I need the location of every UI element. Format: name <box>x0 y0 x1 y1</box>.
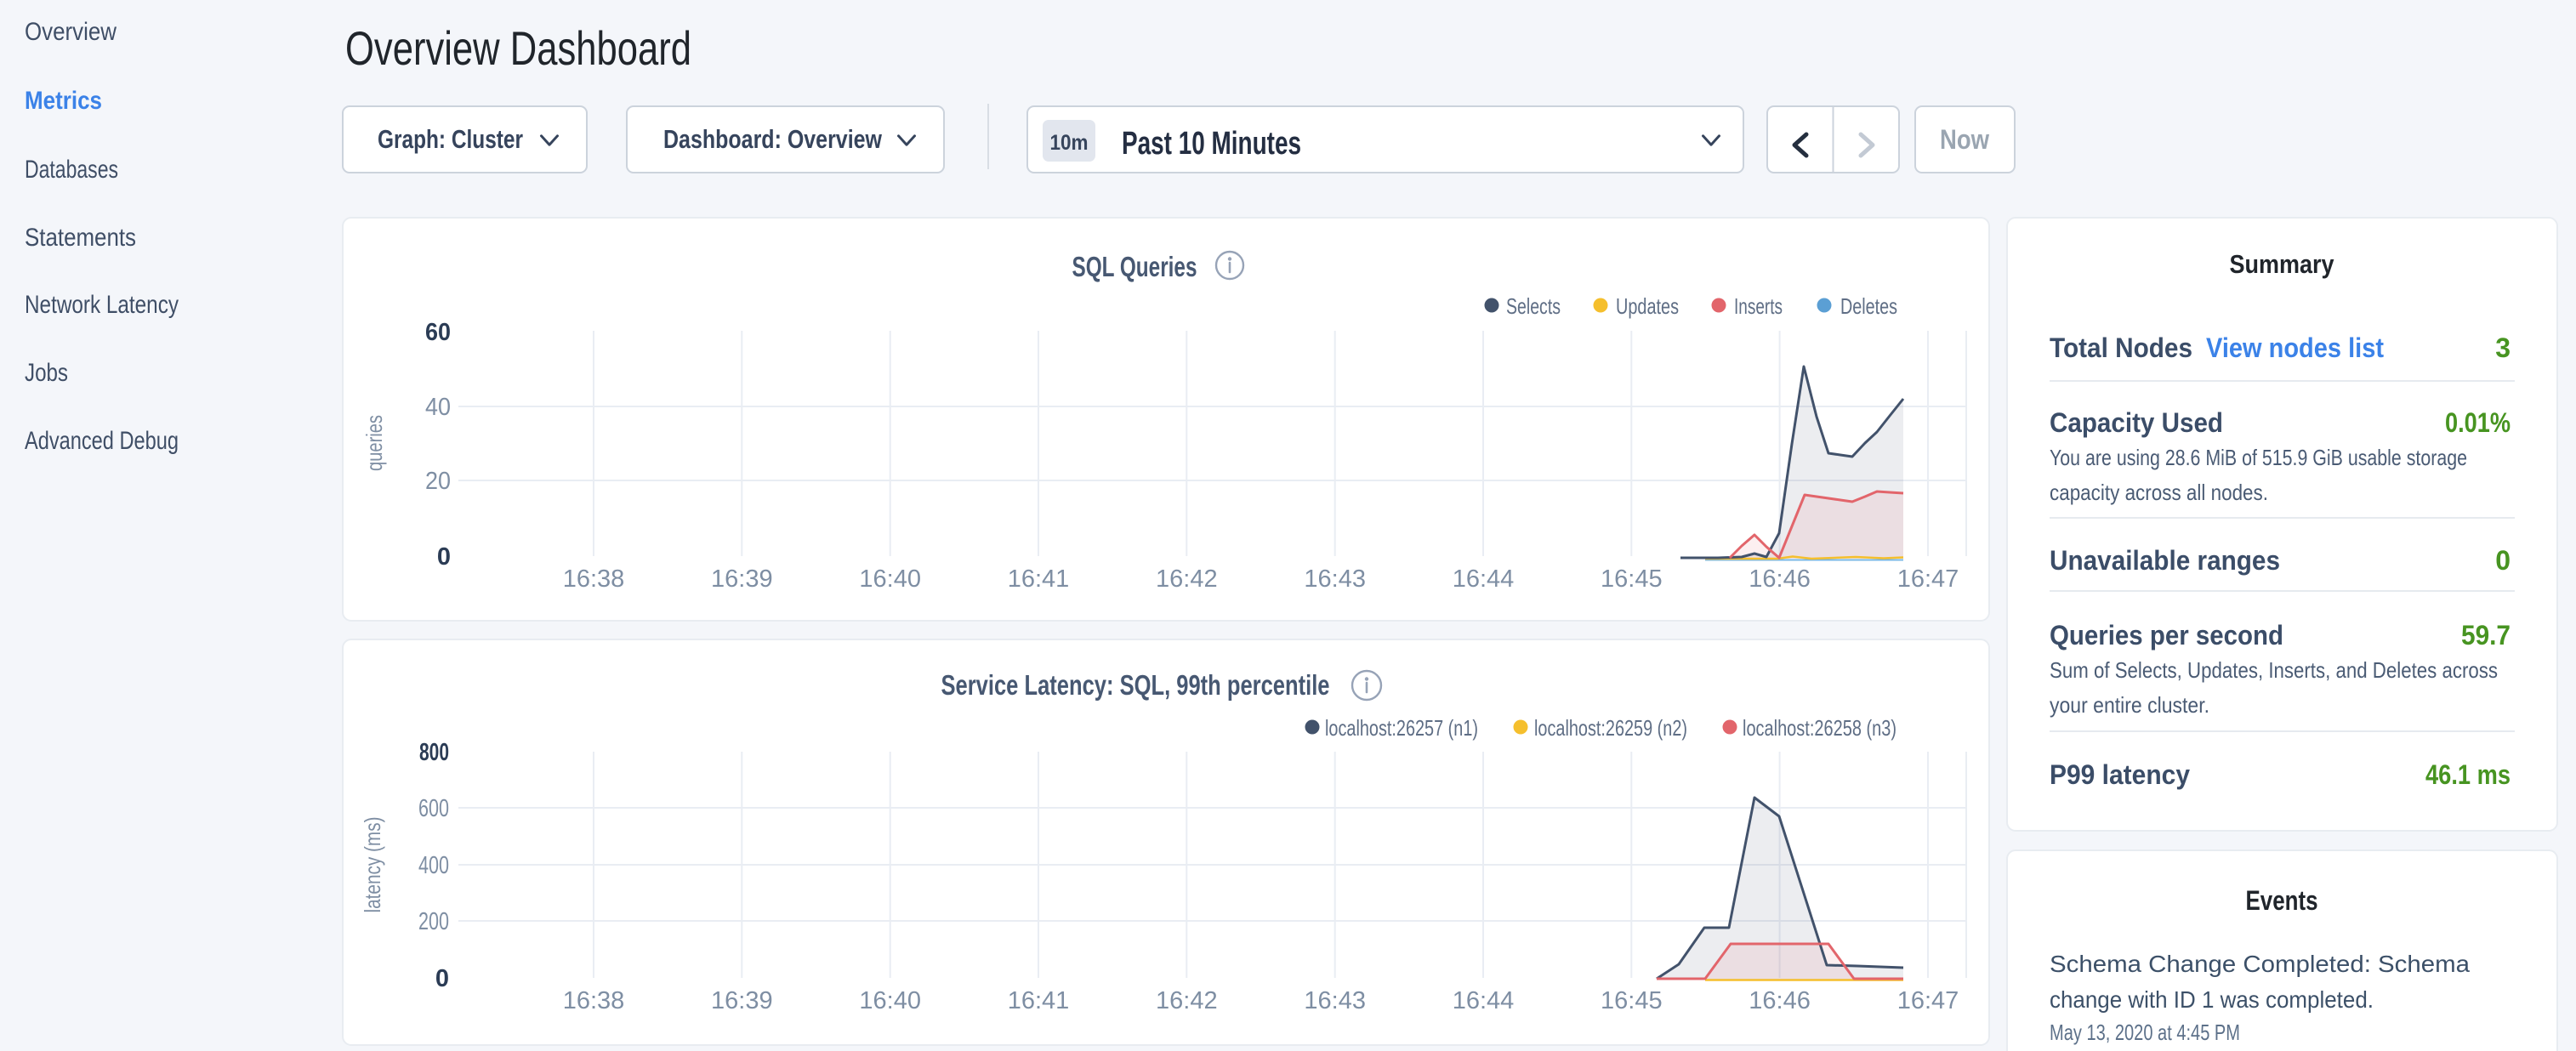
svg-text:Jobs: Jobs <box>25 359 68 387</box>
svg-text:Statements: Statements <box>25 224 136 252</box>
svg-text:16:38: 16:38 <box>563 987 625 1014</box>
svg-text:Updates: Updates <box>1616 293 1679 319</box>
svg-text:Overview: Overview <box>25 18 117 46</box>
svg-text:16:44: 16:44 <box>1453 987 1515 1014</box>
svg-text:Summary: Summary <box>2230 249 2335 279</box>
svg-text:Unavailable ranges: Unavailable ranges <box>2050 545 2280 576</box>
svg-text:Inserts: Inserts <box>1734 293 1783 319</box>
svg-text:Total Nodes: Total Nodes <box>2050 332 2192 363</box>
svg-text:Graph: Cluster: Graph: Cluster <box>378 124 523 154</box>
svg-text:Service Latency: SQL, 99th per: Service Latency: SQL, 99th percentile <box>941 669 1330 701</box>
svg-text:800: 800 <box>419 739 449 766</box>
svg-text:Advanced Debug: Advanced Debug <box>25 427 179 455</box>
svg-text:Overview Dashboard: Overview Dashboard <box>345 21 691 75</box>
svg-text:16:40: 16:40 <box>859 987 921 1014</box>
svg-text:16:39: 16:39 <box>711 565 773 593</box>
svg-text:View nodes list: View nodes list <box>2206 332 2384 363</box>
svg-text:0: 0 <box>437 543 451 571</box>
svg-text:localhost:26257 (n1): localhost:26257 (n1) <box>1325 715 1478 741</box>
svg-text:10m: 10m <box>1050 131 1089 155</box>
svg-text:capacity across all nodes.: capacity across all nodes. <box>2050 480 2268 505</box>
svg-text:60: 60 <box>425 319 451 346</box>
svg-text:16:38: 16:38 <box>563 565 625 593</box>
svg-text:400: 400 <box>418 852 449 879</box>
svg-text:16:46: 16:46 <box>1749 987 1811 1014</box>
svg-text:0: 0 <box>2495 545 2511 576</box>
svg-text:16:47: 16:47 <box>1897 987 1959 1014</box>
svg-text:Now: Now <box>1940 124 1989 155</box>
svg-text:Metrics: Metrics <box>25 87 102 115</box>
svg-text:May 13, 2020 at 4:45 PM: May 13, 2020 at 4:45 PM <box>2050 1020 2240 1045</box>
svg-text:Capacity Used: Capacity Used <box>2050 407 2223 438</box>
svg-text:16:45: 16:45 <box>1601 565 1663 593</box>
svg-text:16:46: 16:46 <box>1749 565 1811 593</box>
svg-text:20: 20 <box>425 468 451 495</box>
svg-text:16:44: 16:44 <box>1453 565 1515 593</box>
svg-text:localhost:26259 (n2): localhost:26259 (n2) <box>1534 715 1687 741</box>
svg-text:queries: queries <box>361 415 387 471</box>
svg-text:Databases: Databases <box>25 156 118 184</box>
svg-text:SQL Queries: SQL Queries <box>1072 251 1197 282</box>
svg-text:200: 200 <box>418 908 449 935</box>
svg-text:your entire cluster.: your entire cluster. <box>2050 692 2209 718</box>
svg-text:Deletes: Deletes <box>1840 293 1897 319</box>
svg-text:0.01%: 0.01% <box>2445 407 2511 438</box>
svg-text:Schema Change Completed: Schem: Schema Change Completed: Schema <box>2050 951 2470 977</box>
svg-text:Past 10 Minutes: Past 10 Minutes <box>1122 126 1301 162</box>
svg-text:0: 0 <box>435 965 449 992</box>
svg-text:latency (ms): latency (ms) <box>360 817 385 913</box>
svg-text:16:45: 16:45 <box>1601 987 1663 1014</box>
svg-text:Sum of Selects, Updates, Inser: Sum of Selects, Updates, Inserts, and De… <box>2050 657 2498 683</box>
svg-text:16:42: 16:42 <box>1156 987 1218 1014</box>
svg-text:40: 40 <box>425 394 451 421</box>
svg-text:16:43: 16:43 <box>1304 987 1366 1014</box>
svg-text:46.1 ms: 46.1 ms <box>2425 759 2511 790</box>
svg-text:3: 3 <box>2495 332 2511 363</box>
svg-text:16:43: 16:43 <box>1304 565 1366 593</box>
svg-text:P99 latency: P99 latency <box>2050 759 2190 790</box>
svg-text:Selects: Selects <box>1506 293 1561 319</box>
svg-text:16:42: 16:42 <box>1156 565 1218 593</box>
svg-text:change with ID 1 was completed: change with ID 1 was completed. <box>2050 986 2374 1013</box>
svg-text:Network Latency: Network Latency <box>25 291 179 319</box>
svg-text:Events: Events <box>2246 885 2318 916</box>
svg-text:16:47: 16:47 <box>1897 565 1959 593</box>
svg-text:16:41: 16:41 <box>1008 565 1070 593</box>
svg-text:600: 600 <box>418 795 449 822</box>
svg-text:16:41: 16:41 <box>1008 987 1070 1014</box>
svg-text:59.7: 59.7 <box>2461 620 2511 650</box>
svg-text:16:40: 16:40 <box>859 565 921 593</box>
svg-text:Queries per second: Queries per second <box>2050 620 2283 650</box>
svg-text:You are using 28.6 MiB of 515.: You are using 28.6 MiB of 515.9 GiB usab… <box>2050 445 2467 470</box>
svg-text:16:39: 16:39 <box>711 987 773 1014</box>
svg-text:Dashboard: Overview: Dashboard: Overview <box>663 124 883 154</box>
svg-text:localhost:26258 (n3): localhost:26258 (n3) <box>1743 715 1896 741</box>
